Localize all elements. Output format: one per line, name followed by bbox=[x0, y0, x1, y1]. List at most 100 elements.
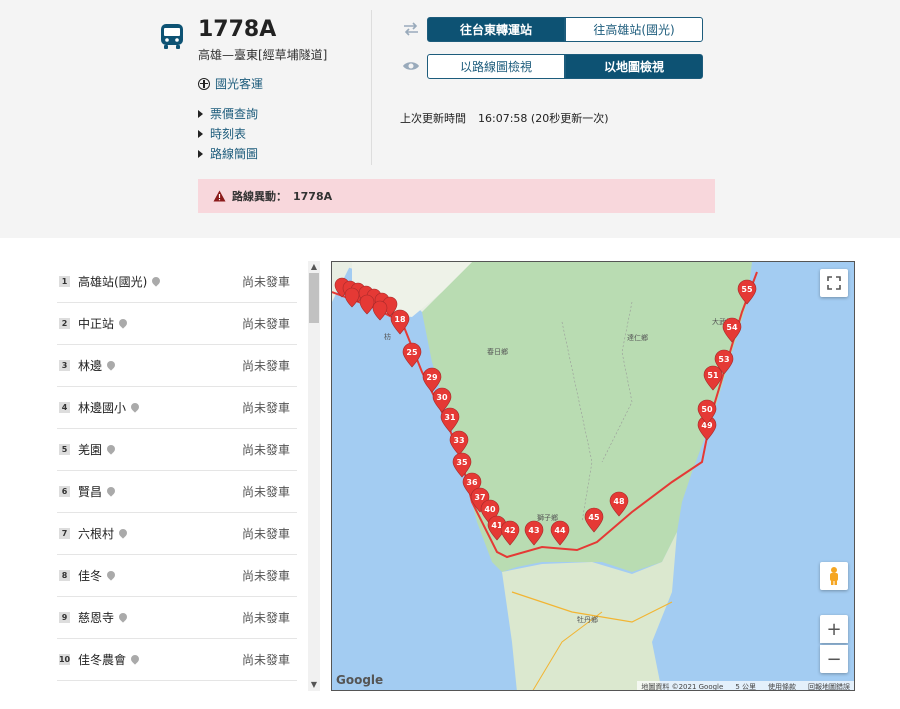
location-pin-icon[interactable] bbox=[129, 400, 141, 413]
timetable-link[interactable]: 時刻表 bbox=[198, 125, 246, 142]
last-update-label: 上次更新時間 bbox=[400, 112, 466, 125]
google-logo: Google bbox=[336, 673, 384, 687]
zoom-out-button[interactable]: − bbox=[820, 645, 848, 673]
stop-name: 佳冬 bbox=[78, 569, 103, 583]
location-pin-icon[interactable] bbox=[117, 610, 129, 623]
map-town-label: 達仁鄉 bbox=[627, 333, 648, 342]
stop-row[interactable]: 10 佳冬農會 尚未發車 bbox=[57, 639, 297, 681]
stop-status: 尚未發車 bbox=[241, 275, 290, 289]
stop-row[interactable]: 7 六根村 尚未發車 bbox=[57, 513, 297, 555]
route-name: 1778A bbox=[198, 17, 277, 42]
route-map-link-label: 路線簡圖 bbox=[210, 147, 259, 161]
pegman-icon bbox=[830, 567, 838, 585]
stop-row[interactable]: 9 慈恩寺 尚未發車 bbox=[57, 597, 297, 639]
pegman-button[interactable] bbox=[820, 562, 848, 590]
view-button-map[interactable]: 以地圖檢視 bbox=[565, 54, 703, 79]
map-scale[interactable]: 5 公里 bbox=[735, 682, 756, 691]
location-pin-icon[interactable] bbox=[105, 358, 117, 371]
vertical-divider bbox=[371, 10, 372, 165]
stop-row[interactable]: 8 佳冬 尚未發車 bbox=[57, 555, 297, 597]
operator-link[interactable]: 國光客運 bbox=[198, 75, 263, 92]
stop-marker-label: 35 bbox=[456, 458, 468, 467]
zoom-in-button[interactable]: + bbox=[820, 615, 848, 643]
location-pin-icon[interactable] bbox=[117, 316, 129, 329]
direction-button-taitung[interactable]: 往台東轉運站 bbox=[427, 17, 565, 42]
report-error-link[interactable]: 回報地圖錯誤 bbox=[808, 682, 850, 691]
map-town-label: 枋 bbox=[384, 332, 391, 341]
stop-row[interactable]: 1 高雄站(國光) 尚未發車 bbox=[57, 261, 297, 303]
warning-icon bbox=[213, 190, 226, 202]
scroll-thumb[interactable] bbox=[309, 273, 319, 323]
stop-marker-label: 50 bbox=[701, 405, 713, 414]
stop-number: 5 bbox=[59, 444, 70, 455]
eye-icon bbox=[403, 62, 419, 70]
route-map-link[interactable]: 路線簡圖 bbox=[198, 145, 258, 162]
terms-link[interactable]: 使用條款 bbox=[768, 682, 796, 691]
operator-label: 國光客運 bbox=[215, 77, 264, 91]
stop-number: 1 bbox=[59, 276, 70, 287]
stop-row[interactable]: 3 林邊 尚未發車 bbox=[57, 345, 297, 387]
stop-number: 2 bbox=[59, 318, 70, 329]
stop-marker-label: 48 bbox=[613, 497, 625, 506]
last-update: 上次更新時間 16:07:58 (20秒更新一次) bbox=[400, 110, 608, 126]
stop-status: 尚未發車 bbox=[241, 317, 290, 331]
stop-number: 6 bbox=[59, 486, 70, 497]
stop-marker-label: 54 bbox=[726, 323, 738, 332]
stop-marker-label: 36 bbox=[466, 478, 478, 487]
last-update-time: 16:07:58 (20秒更新一次) bbox=[478, 112, 609, 125]
stop-marker-label: 29 bbox=[426, 373, 438, 382]
stop-status: 尚未發車 bbox=[241, 569, 290, 583]
operator-icon bbox=[198, 77, 210, 90]
stop-number: 4 bbox=[59, 402, 70, 413]
stop-number: 8 bbox=[59, 570, 70, 581]
location-pin-icon[interactable] bbox=[105, 568, 117, 581]
stop-number: 7 bbox=[59, 528, 70, 539]
stop-name: 六根村 bbox=[78, 527, 115, 541]
stop-marker-label: 31 bbox=[444, 413, 456, 422]
fullscreen-button[interactable] bbox=[820, 269, 848, 297]
view-button-route-diagram[interactable]: 以路線圖檢視 bbox=[427, 54, 565, 79]
fullscreen-icon bbox=[827, 276, 841, 290]
direction-button-kaohsiung[interactable]: 往高雄站(國光) bbox=[565, 17, 703, 42]
stop-row[interactable]: 6 賢昌 尚未發車 bbox=[57, 471, 297, 513]
stop-row[interactable]: 2 中正站 尚未發車 bbox=[57, 303, 297, 345]
stop-list-scrollbar[interactable]: ▲ ▼ bbox=[308, 261, 320, 691]
stop-status: 尚未發車 bbox=[241, 401, 290, 415]
stop-name: 佳冬農會 bbox=[78, 653, 127, 667]
alert-route: 1778A bbox=[293, 189, 333, 203]
map-town-label: 春日鄉 bbox=[487, 347, 508, 356]
stop-marker-label: 51 bbox=[707, 371, 719, 380]
stop-marker-label: 33 bbox=[453, 436, 464, 445]
location-pin-icon[interactable] bbox=[150, 274, 163, 287]
scroll-down-icon[interactable]: ▼ bbox=[309, 680, 319, 690]
stop-row[interactable]: 5 羌園 尚未發車 bbox=[57, 429, 297, 471]
stop-name: 中正站 bbox=[78, 317, 115, 331]
map-town-label: 獅子鄉 bbox=[537, 513, 558, 522]
location-pin-icon[interactable] bbox=[105, 484, 117, 497]
map-canvas[interactable]: 春日鄉 達仁鄉 大武鄉 獅子鄉 牡丹鄉 枋 182529303133353637… bbox=[332, 262, 855, 691]
location-pin-icon[interactable] bbox=[105, 442, 117, 455]
location-pin-icon[interactable] bbox=[117, 526, 129, 539]
stop-status: 尚未發車 bbox=[241, 527, 290, 541]
location-pin-icon[interactable] bbox=[129, 652, 141, 665]
route-description: 高雄—臺東[經草埔隧道] bbox=[198, 48, 328, 62]
fare-link-label: 票價查詢 bbox=[210, 107, 259, 121]
swap-direction-icon bbox=[404, 22, 418, 36]
map-data-credit: 地圖資料 ©2021 Google bbox=[641, 682, 724, 691]
scroll-up-icon[interactable]: ▲ bbox=[309, 262, 319, 272]
stop-name: 林邊 bbox=[78, 359, 103, 373]
stop-row[interactable]: 4 林邊國小 尚未發車 bbox=[57, 387, 297, 429]
stop-marker-label: 44 bbox=[554, 526, 566, 535]
route-change-alert[interactable]: 路線異動： 1778A bbox=[198, 179, 715, 213]
stop-name: 慈恩寺 bbox=[78, 611, 115, 625]
fare-link[interactable]: 票價查詢 bbox=[198, 105, 258, 122]
stop-marker-label: 53 bbox=[718, 355, 729, 364]
route-map[interactable]: 春日鄉 達仁鄉 大武鄉 獅子鄉 牡丹鄉 枋 18 25 29 30 31 33 35 36 37… bbox=[331, 261, 855, 691]
stop-marker-label: 43 bbox=[528, 526, 539, 535]
stop-status: 尚未發車 bbox=[241, 485, 290, 499]
stop-status: 尚未發車 bbox=[241, 653, 290, 667]
caret-right-icon bbox=[198, 109, 203, 118]
stop-number: 10 bbox=[58, 654, 71, 665]
stop-marker-label: 37 bbox=[474, 493, 485, 502]
stop-marker-label: 55 bbox=[741, 285, 753, 294]
